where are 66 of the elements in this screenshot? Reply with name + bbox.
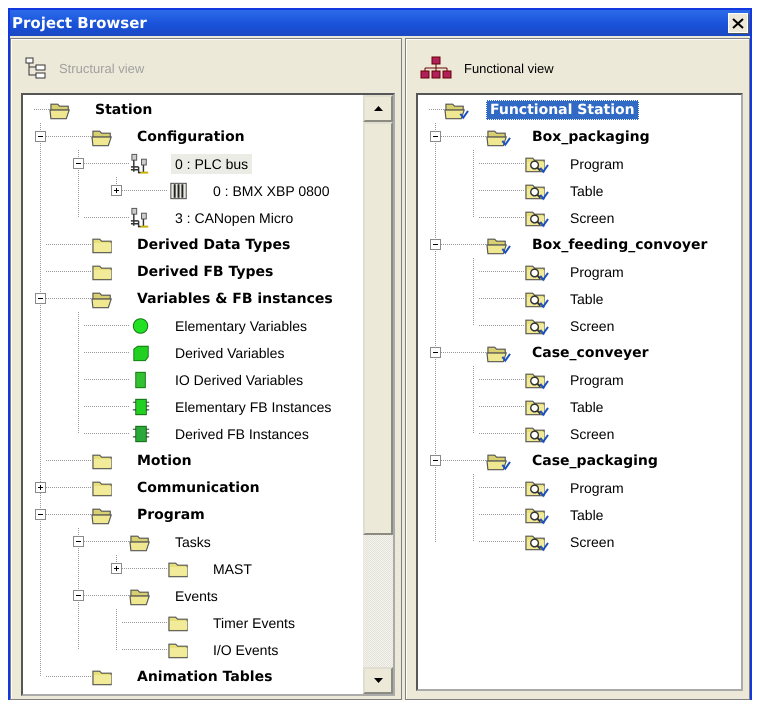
down-arrow-icon [374,678,382,683]
scroll-down-button[interactable] [363,667,393,694]
tree-item[interactable]: Program [566,370,628,390]
collapse-button[interactable] [430,347,441,358]
close-button[interactable] [728,13,748,33]
scrollbar-thumb[interactable] [363,122,393,535]
tree-item[interactable]: Screen [566,424,618,444]
tree-item[interactable]: Program [566,154,628,174]
tree-item[interactable]: Case_conveyer [528,342,653,362]
window-title: Project Browser [12,14,147,32]
tree-item[interactable]: Animation Tables [133,666,276,686]
tree-structure-icon [25,57,47,79]
collapse-button[interactable] [430,239,441,250]
tree-item[interactable]: Derived FB Types [133,262,278,282]
tree-item[interactable]: Case_packaging [528,450,662,470]
tree-item[interactable]: Timer Events [209,612,299,632]
expand-button[interactable] [35,482,46,493]
tree-item[interactable]: Events [171,586,222,606]
scroll-up-button[interactable] [363,95,393,122]
tree-item[interactable]: Table [566,504,608,524]
tree-item[interactable]: Functional Station [486,100,639,120]
tree-item[interactable]: Motion [133,450,196,470]
tree-item[interactable]: Elementary Variables [171,316,312,336]
collapse-button[interactable] [35,509,46,520]
tree-item[interactable]: 0 : PLC bus [171,154,252,174]
plus-icon [36,483,45,492]
tree-item[interactable]: Configuration [133,126,249,146]
collapse-button[interactable] [73,590,84,601]
tree-item[interactable]: 0 : BMX XBP 0800 [209,180,334,200]
collapse-button[interactable] [35,131,46,142]
tree-item[interactable]: Program [133,504,209,524]
plus-icon [112,564,121,573]
tree-item[interactable]: Screen [566,316,618,336]
plus-icon [112,186,121,195]
tree-item[interactable]: Table [566,180,608,200]
collapse-button[interactable] [35,293,46,304]
tree-item[interactable]: Derived Data Types [133,234,294,254]
close-icon [732,18,744,28]
tree-item[interactable]: Screen [566,532,618,552]
hierarchy-icon [420,56,452,80]
tree-item[interactable]: Communication [133,478,264,498]
tree-item[interactable]: Derived FB Instances [171,424,313,444]
tree-item[interactable]: 3 : CANopen Micro [171,208,298,228]
tree-item[interactable]: Program [566,478,628,498]
tree-item[interactable]: Box_feeding_convoyer [528,234,712,254]
expand-button[interactable] [111,563,122,574]
tree-item[interactable]: Table [566,396,608,416]
tree-item[interactable]: Tasks [171,532,215,552]
up-arrow-icon [374,106,382,111]
tree-item[interactable]: I/O Events [209,640,282,660]
tree-item[interactable]: Elementary FB Instances [171,396,336,416]
collapse-button[interactable] [73,158,84,169]
tree-item[interactable]: IO Derived Variables [171,370,308,390]
tree-item[interactable]: Table [566,288,608,308]
tree-item[interactable]: Program [566,262,628,282]
tree-item[interactable]: Derived Variables [171,342,288,362]
tree-item[interactable]: Station [91,100,156,120]
collapse-button[interactable] [430,455,441,466]
collapse-button[interactable] [430,131,441,142]
view-title[interactable]: Functional view [464,60,554,76]
tree-item[interactable]: Box_packaging [528,126,654,146]
tree-item[interactable]: Variables & FB instances [133,288,337,308]
collapse-button[interactable] [73,536,84,547]
expand-button[interactable] [111,185,122,196]
tree-item[interactable]: MAST [209,558,256,578]
tree-item[interactable]: Screen [566,208,618,228]
